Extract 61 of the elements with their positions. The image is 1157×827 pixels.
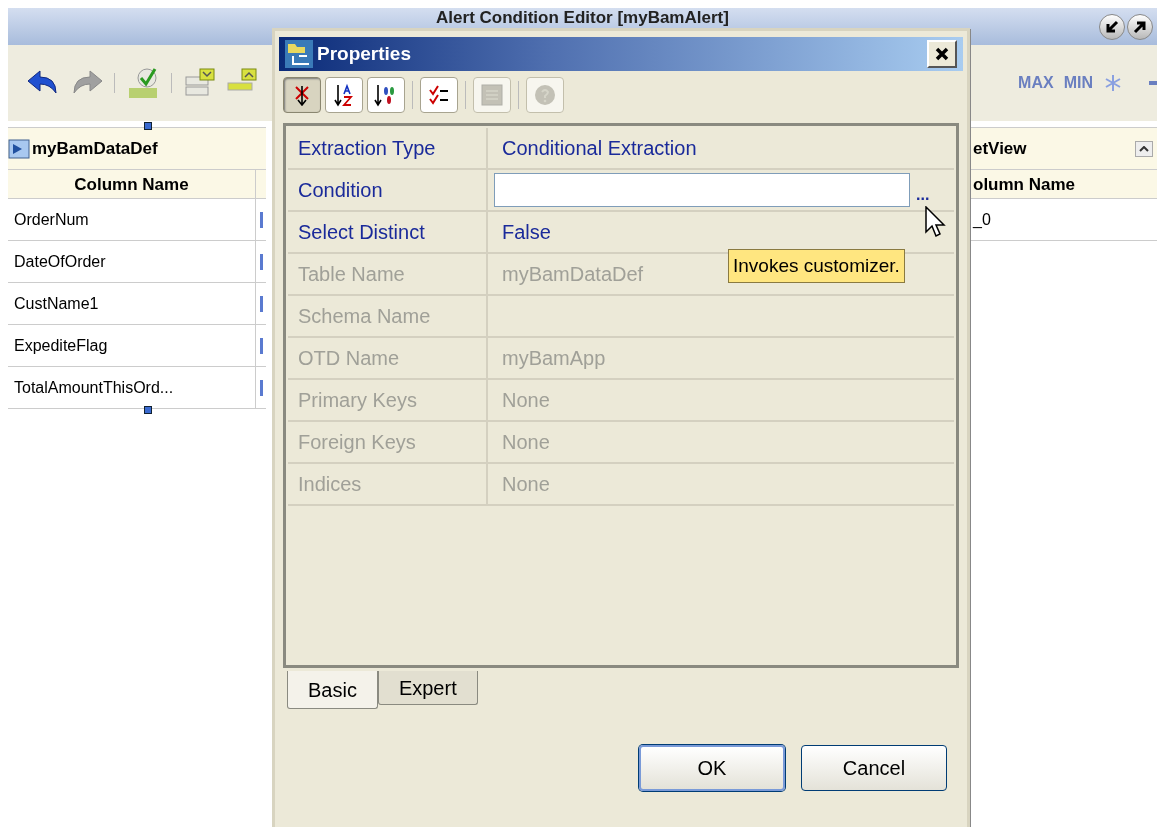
toolbar-button[interactable] xyxy=(420,77,458,113)
type-icon xyxy=(260,337,263,354)
column-header: olumn Name xyxy=(972,175,1076,194)
close-icon xyxy=(935,47,949,61)
toolbar-button[interactable] xyxy=(283,77,321,113)
tooltip: Invokes customizer. xyxy=(728,249,905,283)
folder-icon xyxy=(285,40,313,68)
type-icon xyxy=(260,295,263,312)
table-cell-text: _0 xyxy=(971,211,991,228)
column-header: Column Name xyxy=(8,170,256,198)
selection-handle xyxy=(144,406,152,414)
toolbar-button[interactable] xyxy=(367,77,405,113)
toolbar-button[interactable] xyxy=(325,77,363,113)
window-title: Alert Condition Editor [myBamAlert] xyxy=(436,9,729,27)
table-cell: OrderNum xyxy=(8,199,256,240)
property-name: Foreign Keys xyxy=(288,422,488,462)
grid-icon xyxy=(481,84,503,106)
restore-button[interactable] xyxy=(1099,14,1125,40)
categorized-icon xyxy=(293,84,311,106)
table-cell: CustName1 xyxy=(8,283,256,324)
property-name: Primary Keys xyxy=(288,380,488,420)
property-value: myBamApp xyxy=(502,346,606,371)
property-name: Extraction Type xyxy=(288,128,488,168)
checklist-icon xyxy=(428,84,450,106)
table-title: etView xyxy=(972,137,1027,160)
type-icon xyxy=(260,379,263,396)
property-name: Schema Name xyxy=(288,296,488,336)
arrow-down-left-icon xyxy=(1105,20,1119,34)
tab[interactable]: Basic xyxy=(287,671,378,709)
help-icon xyxy=(534,84,556,106)
property-name: Table Name xyxy=(288,254,488,294)
collapse-button[interactable] xyxy=(1135,140,1153,157)
arrow-up-right-icon xyxy=(1133,20,1147,34)
dialog-title: Properties xyxy=(317,41,411,66)
property-name: Condition xyxy=(288,170,488,210)
table-title: myBamDataDef xyxy=(32,137,158,160)
property-value: Conditional Extraction xyxy=(502,136,697,161)
property-name: Indices xyxy=(288,464,488,504)
property-value: None xyxy=(502,430,550,455)
property-value: None xyxy=(502,472,550,497)
property-value: False xyxy=(502,220,551,245)
type-icon xyxy=(260,211,263,228)
sort-az-icon xyxy=(333,83,355,107)
table-icon xyxy=(8,138,30,159)
mouse-pointer-icon xyxy=(924,206,946,238)
property-value: None xyxy=(502,388,550,413)
tab[interactable]: Expert xyxy=(377,671,478,705)
maximize-button[interactable] xyxy=(1127,14,1153,40)
type-icon xyxy=(260,253,263,270)
selection-handle xyxy=(144,122,152,130)
table-cell: DateOfOrder xyxy=(8,241,256,282)
table-cell: ExpediteFlag xyxy=(8,325,256,366)
customizer-button[interactable]: ... xyxy=(916,187,930,203)
condition-field[interactable] xyxy=(494,173,910,207)
dialog-button[interactable]: Cancel xyxy=(801,745,947,791)
caret-up-icon xyxy=(1139,145,1149,152)
dialog-button[interactable]: OK xyxy=(639,745,785,791)
property-name: Select Distinct xyxy=(288,212,488,252)
property-name: OTD Name xyxy=(288,338,488,378)
close-button[interactable] xyxy=(927,40,957,68)
property-value: myBamDataDef xyxy=(502,262,644,287)
